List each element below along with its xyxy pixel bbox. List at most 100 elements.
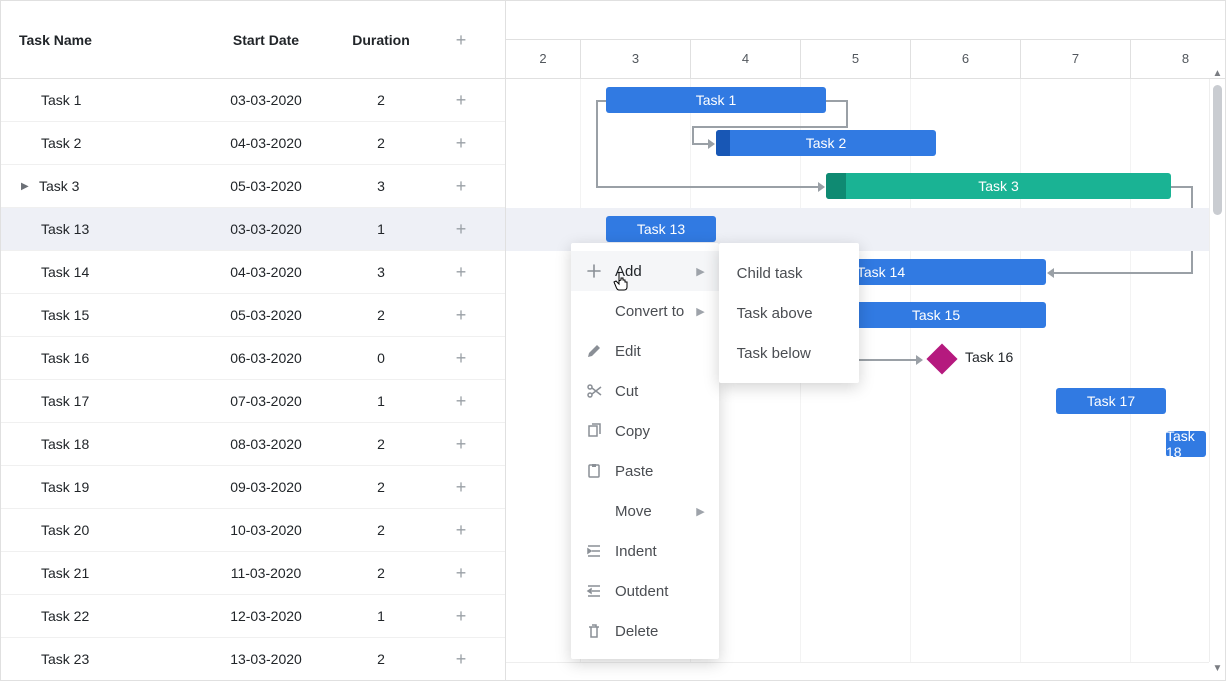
table-row[interactable]: Task 1707-03-20201+: [1, 380, 505, 423]
submenu-item-task-below[interactable]: Task below: [719, 333, 859, 373]
context-menu-item-paste[interactable]: Paste: [571, 451, 719, 491]
start-date-cell: 03-03-2020: [201, 221, 331, 237]
scroll-up-arrow[interactable]: ▲: [1210, 65, 1225, 81]
submenu-item-child-task[interactable]: Child task: [719, 253, 859, 293]
task-name-cell: Task 22: [1, 608, 201, 624]
table-row[interactable]: Task 204-03-20202+: [1, 122, 505, 165]
plus-icon: +: [456, 564, 467, 582]
task-name: Task 2: [41, 135, 81, 151]
expand-icon[interactable]: ▶: [21, 181, 33, 192]
table-row[interactable]: Task 2010-03-20202+: [1, 509, 505, 552]
context-menu-label: Delete: [615, 623, 705, 640]
add-task-button[interactable]: +: [431, 91, 491, 109]
table-row[interactable]: Task 1303-03-20201+: [1, 208, 505, 251]
task-grid: Task Name Start Date Duration + Task 103…: [1, 1, 506, 680]
context-submenu: Child taskTask aboveTask below: [719, 243, 859, 383]
day-header[interactable]: 6: [910, 40, 1020, 79]
task-name: Task 17: [41, 393, 89, 409]
cursor-pointer-icon: [613, 270, 631, 292]
add-task-button[interactable]: +: [431, 521, 491, 539]
context-menu-label: Convert to: [615, 303, 684, 320]
bar-label: Task 18: [1166, 428, 1206, 460]
table-row[interactable]: Task 103-03-20202+: [1, 79, 505, 122]
plus-icon: [585, 262, 603, 280]
context-menu-label: Move: [615, 503, 684, 520]
table-row[interactable]: Task 1404-03-20203+: [1, 251, 505, 294]
plus-icon: +: [456, 435, 467, 453]
column-header-start[interactable]: Start Date: [201, 32, 331, 48]
plus-icon: +: [456, 91, 467, 109]
table-row[interactable]: Task 1909-03-20202+: [1, 466, 505, 509]
task-name-cell: ▶Task 3: [1, 178, 201, 194]
context-menu-item-outdent[interactable]: Outdent: [571, 571, 719, 611]
table-row[interactable]: Task 1808-03-20202+: [1, 423, 505, 466]
day-header[interactable]: 2: [506, 40, 580, 79]
gantt-bar[interactable]: Task 18: [1166, 431, 1206, 457]
gantt-bar[interactable]: Task 13: [606, 216, 716, 242]
context-menu-label: Indent: [615, 543, 705, 560]
table-row[interactable]: Task 1505-03-20202+: [1, 294, 505, 337]
task-name: Task 23: [41, 651, 89, 667]
table-row[interactable]: Task 2111-03-20202+: [1, 552, 505, 595]
column-header-add[interactable]: +: [431, 31, 491, 49]
context-menu-item-move[interactable]: Move▶: [571, 491, 719, 531]
gantt-bar[interactable]: Task 15: [826, 302, 1046, 328]
context-menu-item-add[interactable]: Add▶Child taskTask aboveTask below: [571, 251, 719, 291]
add-task-button[interactable]: +: [431, 607, 491, 625]
task-name: Task 21: [41, 565, 89, 581]
gantt-container: Task Name Start Date Duration + Task 103…: [0, 0, 1226, 681]
context-menu-item-edit[interactable]: Edit: [571, 331, 719, 371]
day-header[interactable]: 5: [800, 40, 910, 79]
plus-icon: +: [456, 392, 467, 410]
day-header[interactable]: 4: [690, 40, 800, 79]
vertical-scrollbar[interactable]: ▲ ▼: [1209, 79, 1225, 662]
start-date-cell: 07-03-2020: [201, 393, 331, 409]
table-row[interactable]: Task 1606-03-20200+: [1, 337, 505, 380]
add-task-button[interactable]: +: [431, 392, 491, 410]
scrollbar-thumb[interactable]: [1213, 85, 1222, 215]
day-header[interactable]: 3: [580, 40, 690, 79]
plus-icon: +: [456, 478, 467, 496]
context-menu: Add▶Child taskTask aboveTask belowConver…: [571, 243, 719, 659]
context-menu-item-copy[interactable]: Copy: [571, 411, 719, 451]
add-task-button[interactable]: +: [431, 177, 491, 195]
column-header-task[interactable]: Task Name: [1, 32, 201, 48]
duration-cell: 2: [331, 565, 431, 581]
start-date-cell: 04-03-2020: [201, 135, 331, 151]
task-name-cell: Task 20: [1, 522, 201, 538]
task-name-cell: Task 23: [1, 651, 201, 667]
gantt-bar[interactable]: Task 17: [1056, 388, 1166, 414]
gantt-bar[interactable]: Task 3: [826, 173, 1171, 199]
add-task-button[interactable]: +: [431, 435, 491, 453]
add-task-button[interactable]: +: [431, 478, 491, 496]
gantt-bar[interactable]: Task 2: [716, 130, 936, 156]
start-date-cell: 05-03-2020: [201, 307, 331, 323]
table-row[interactable]: Task 2313-03-20202+: [1, 638, 505, 680]
add-task-button[interactable]: +: [431, 263, 491, 281]
gantt-bar[interactable]: Task 1: [606, 87, 826, 113]
add-task-button[interactable]: +: [431, 564, 491, 582]
column-header-duration[interactable]: Duration: [331, 32, 431, 48]
duration-cell: 3: [331, 264, 431, 280]
scroll-down-arrow[interactable]: ▼: [1210, 660, 1225, 676]
horizontal-scrollbar[interactable]: [506, 662, 1209, 680]
chevron-right-icon: ▶: [696, 265, 704, 278]
table-row[interactable]: Task 2212-03-20201+: [1, 595, 505, 638]
context-menu-item-indent[interactable]: Indent: [571, 531, 719, 571]
add-task-button[interactable]: +: [431, 650, 491, 668]
bar-label: Task 3: [978, 178, 1018, 194]
add-task-button[interactable]: +: [431, 349, 491, 367]
context-menu-item-convert-to[interactable]: Convert to▶: [571, 291, 719, 331]
add-task-button[interactable]: +: [431, 220, 491, 238]
add-task-button[interactable]: +: [431, 306, 491, 324]
duration-cell: 3: [331, 178, 431, 194]
context-menu-item-cut[interactable]: Cut: [571, 371, 719, 411]
context-menu-item-delete[interactable]: Delete: [571, 611, 719, 651]
start-date-cell: 13-03-2020: [201, 651, 331, 667]
table-row[interactable]: ▶Task 305-03-20203+: [1, 165, 505, 208]
start-date-cell: 10-03-2020: [201, 522, 331, 538]
start-date-cell: 12-03-2020: [201, 608, 331, 624]
add-task-button[interactable]: +: [431, 134, 491, 152]
day-header[interactable]: 7: [1020, 40, 1130, 79]
submenu-item-task-above[interactable]: Task above: [719, 293, 859, 333]
